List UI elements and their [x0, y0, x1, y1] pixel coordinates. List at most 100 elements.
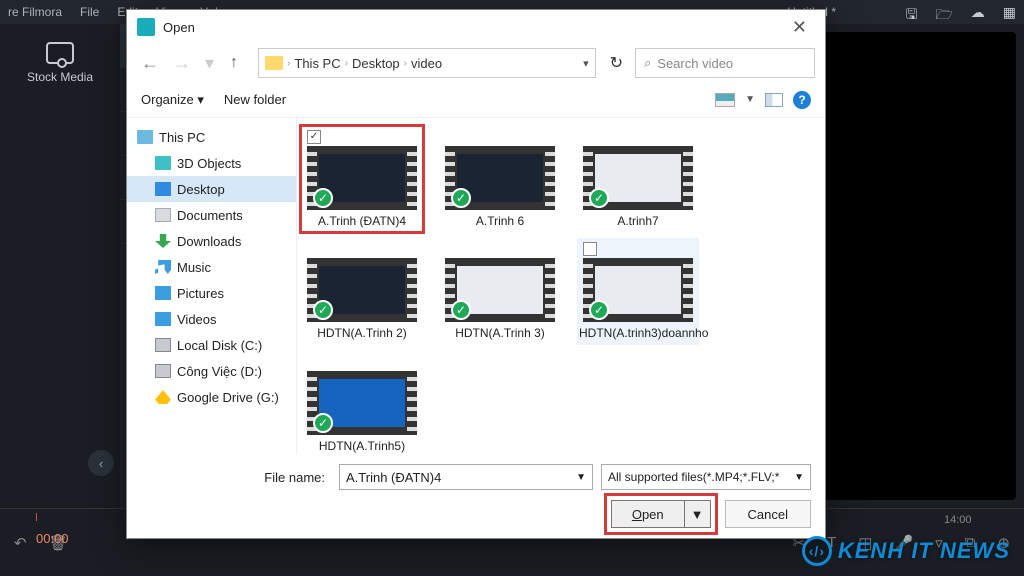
- watermark-text: KENH IT NEWS: [838, 538, 1010, 564]
- app-top-icons: 🖫 🗁 ☁ ▦: [905, 4, 1016, 28]
- timecode: 00:00: [36, 531, 69, 546]
- search-input[interactable]: ⌕ Search video: [635, 48, 815, 78]
- tree-node-this-pc[interactable]: This PC: [127, 124, 296, 150]
- i-pic-icon: [155, 286, 171, 300]
- i-disk-icon: [155, 338, 171, 352]
- nav-up-button[interactable]: ↑: [224, 54, 244, 72]
- video-thumbnail: ✓: [583, 258, 693, 322]
- watermark-icon: ‹/›: [802, 536, 832, 566]
- open-icon[interactable]: 🗁: [935, 4, 952, 28]
- file-checkbox[interactable]: ✓: [307, 130, 321, 144]
- file-item[interactable]: ✓ A.trinh7: [577, 126, 699, 232]
- video-thumbnail: ✓: [307, 146, 417, 210]
- dialog-app-icon: [137, 18, 155, 36]
- new-folder-button[interactable]: New folder: [224, 92, 286, 107]
- i-3d-icon: [155, 156, 171, 170]
- tree-node-documents[interactable]: Documents: [127, 202, 296, 228]
- filename-value: A.Trinh (ĐATN)4: [346, 470, 441, 485]
- folder-icon: [265, 56, 283, 70]
- dialog-footer: File name: A.Trinh (ĐATN)4 ▼ All support…: [127, 454, 825, 538]
- view-mode-button[interactable]: [715, 93, 735, 107]
- tree-node-3d-objects[interactable]: 3D Objects: [127, 150, 296, 176]
- tree-node-desktop[interactable]: Desktop: [127, 176, 296, 202]
- filename-input[interactable]: A.Trinh (ĐATN)4 ▼: [339, 464, 593, 490]
- i-mus-icon: [155, 260, 171, 274]
- menu-file[interactable]: File: [80, 5, 99, 19]
- pager-back-button[interactable]: ‹: [88, 450, 114, 476]
- file-item[interactable]: ✓HDTN(A.trinh3)doannho: [577, 238, 699, 344]
- i-vid-icon: [155, 312, 171, 326]
- filter-value: All supported files(*.MP4;*.FLV;*: [608, 470, 779, 484]
- file-name: HDTN(A.Trinh 2): [317, 326, 407, 340]
- undo-icon[interactable]: ↶: [14, 534, 27, 552]
- video-thumbnail: ✓: [445, 258, 555, 322]
- file-type-filter[interactable]: All supported files(*.MP4;*.FLV;* ▼: [601, 464, 811, 490]
- stock-media-icon[interactable]: [46, 42, 74, 64]
- nav-history-dropdown[interactable]: ▾: [201, 53, 218, 74]
- file-item[interactable]: ✓HDTN(A.Trinh 3): [439, 238, 561, 344]
- file-checkbox[interactable]: [583, 242, 597, 256]
- sync-badge-icon: ✓: [313, 300, 333, 320]
- crumb-video[interactable]: video: [411, 56, 442, 71]
- i-gd-icon: [155, 390, 171, 404]
- breadcrumb-dropdown-icon[interactable]: ▾: [583, 57, 589, 70]
- i-disk-icon: [155, 364, 171, 378]
- file-item[interactable]: ✓A.Trinh 6: [439, 126, 561, 232]
- i-dl-icon: [155, 234, 171, 248]
- dialog-title: Open: [163, 20, 195, 35]
- watermark: ‹/› KENH IT NEWS: [802, 536, 1010, 566]
- i-pc-icon: [137, 130, 153, 144]
- open-file-dialog: Open ✕ ← → ▾ ↑ › This PC › Desktop › vid…: [126, 9, 826, 539]
- crumb-desktop[interactable]: Desktop: [352, 56, 400, 71]
- chevron-down-icon[interactable]: ▼: [576, 472, 586, 483]
- cloud-icon[interactable]: ☁: [971, 4, 985, 28]
- help-button[interactable]: ?: [793, 91, 811, 109]
- i-doc-icon: [155, 208, 171, 222]
- left-column: Stock Media: [0, 24, 120, 508]
- sync-badge-icon: ✓: [589, 300, 609, 320]
- nav-forward-button[interactable]: →: [169, 53, 195, 74]
- chevron-down-icon[interactable]: ▼: [745, 94, 755, 105]
- ruler-end-label: 14:00: [944, 514, 972, 526]
- i-desk-icon: [155, 182, 171, 196]
- file-name: A.trinh7: [617, 214, 658, 228]
- tree-node-music[interactable]: Music: [127, 254, 296, 280]
- open-button-highlight: Open ▼: [611, 500, 711, 528]
- open-dropdown-button[interactable]: ▼: [685, 500, 711, 528]
- dialog-titlebar: Open ✕: [127, 10, 825, 44]
- app-name-fragment: re Filmora: [8, 5, 62, 19]
- dialog-toolbar: Organize ▾ New folder ▼ ?: [127, 82, 825, 118]
- tree-node-google-drive-g-[interactable]: Google Drive (G:): [127, 384, 296, 410]
- open-button[interactable]: Open: [611, 500, 685, 528]
- crumb-thispc[interactable]: This PC: [294, 56, 340, 71]
- video-thumbnail: ✓: [307, 371, 417, 435]
- file-item[interactable]: ✓ HDTN(A.Trinh 2): [301, 238, 423, 344]
- dialog-nav-row: ← → ▾ ↑ › This PC › Desktop › video ▾ ↻ …: [127, 44, 825, 82]
- preview-pane-button[interactable]: [765, 93, 783, 107]
- close-icon[interactable]: ✕: [784, 15, 815, 40]
- tree-node-pictures[interactable]: Pictures: [127, 280, 296, 306]
- save-icon[interactable]: 🖫: [905, 4, 917, 28]
- tree-node-videos[interactable]: Videos: [127, 306, 296, 332]
- cancel-button[interactable]: Cancel: [725, 500, 811, 528]
- folder-tree: This PC3D ObjectsDesktopDocumentsDownloa…: [127, 118, 297, 454]
- sync-badge-icon: ✓: [313, 413, 333, 433]
- file-item[interactable]: ✓HDTN(A.Trinh5): [301, 351, 423, 454]
- file-item[interactable]: ✓✓A.Trinh (ĐATN)4: [301, 126, 423, 232]
- file-grid: ✓✓A.Trinh (ĐATN)4✓A.Trinh 6✓A.trinh7✓HDT…: [297, 118, 825, 454]
- search-icon: ⌕: [644, 55, 651, 71]
- grid-icon[interactable]: ▦: [1003, 4, 1016, 28]
- file-name: A.Trinh 6: [476, 214, 524, 228]
- stock-media-label: Stock Media: [27, 70, 93, 84]
- refresh-button[interactable]: ↻: [610, 53, 623, 73]
- organize-button[interactable]: Organize ▾: [141, 92, 204, 108]
- tree-node-local-disk-c-[interactable]: Local Disk (C:): [127, 332, 296, 358]
- tree-node-c-ng-vi-c-d-[interactable]: Công Việc (D:): [127, 358, 296, 384]
- nav-back-button[interactable]: ←: [137, 53, 163, 74]
- tree-node-downloads[interactable]: Downloads: [127, 228, 296, 254]
- search-placeholder: Search video: [657, 56, 733, 71]
- chevron-down-icon[interactable]: ▼: [794, 472, 804, 483]
- breadcrumb[interactable]: › This PC › Desktop › video ▾: [258, 48, 596, 78]
- sync-badge-icon: ✓: [589, 188, 609, 208]
- timeline-playhead[interactable]: [36, 513, 37, 521]
